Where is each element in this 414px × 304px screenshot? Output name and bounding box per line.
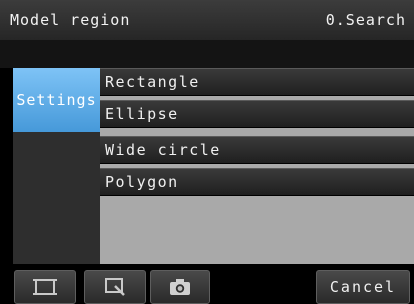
shape-list-panel	[100, 68, 414, 264]
camera-icon	[170, 279, 190, 295]
menu-item-label: Wide circle	[105, 141, 221, 159]
menu-item-polygon[interactable]: Polygon	[100, 168, 414, 196]
title-bar: Model region 0.Search	[0, 0, 414, 40]
menu-item-rectangle[interactable]: Rectangle	[100, 68, 414, 96]
model-region-screen: Model region 0.Search Settings Rectangle…	[0, 0, 414, 304]
scene-label: 0.Search	[325, 11, 406, 29]
zoom-region-button[interactable]	[84, 270, 146, 304]
menu-item-ellipse[interactable]: Ellipse	[100, 100, 414, 128]
settings-tab[interactable]: Settings	[13, 68, 100, 132]
cancel-button[interactable]: Cancel	[316, 270, 410, 304]
capture-image-button[interactable]	[150, 270, 210, 304]
full-screen-icon	[33, 279, 57, 295]
menu-item-label: Ellipse	[105, 105, 179, 123]
full-screen-button[interactable]	[14, 270, 76, 304]
cancel-button-label: Cancel	[329, 278, 397, 296]
header-spacer	[0, 40, 414, 68]
settings-tab-label: Settings	[16, 91, 97, 109]
menu-item-wide-circle[interactable]: Wide circle	[100, 136, 414, 164]
menu-item-label: Polygon	[105, 173, 179, 191]
zoom-region-icon	[105, 278, 125, 296]
page-title: Model region	[10, 11, 131, 29]
menu-item-label: Rectangle	[105, 73, 200, 91]
